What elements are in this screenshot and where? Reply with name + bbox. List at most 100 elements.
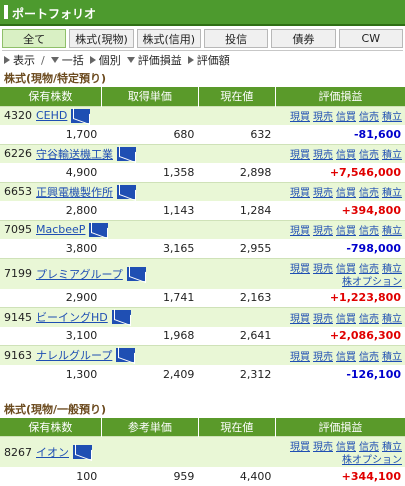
cost-value: 1,143 [101, 201, 198, 220]
trade-actions: 現買現売信買信売積立 [275, 308, 405, 327]
col-qty: 保有株数 [0, 418, 101, 437]
accumulate-link[interactable]: 積立 [382, 352, 402, 363]
mail-icon[interactable] [117, 147, 136, 161]
buy-cash-link[interactable]: 現買 [290, 264, 310, 275]
stock-row-values: 2,9001,7412,163+1,223,800 [0, 289, 405, 308]
stock-name-cell: 9163ナレルグループ [0, 346, 275, 365]
triangle-down-icon [127, 57, 135, 63]
sell-cash-link[interactable]: 現売 [313, 150, 333, 161]
tab-stock-margin[interactable]: 株式(信用) [137, 29, 201, 48]
display-filter[interactable]: 表示 [4, 52, 35, 68]
buy-margin-link[interactable]: 信買 [336, 112, 356, 123]
price-value: 2,955 [198, 239, 275, 258]
stock-row-header: 9163ナレルグループ現買現売信買信売積立 [0, 346, 405, 365]
sell-cash-link[interactable]: 現売 [313, 188, 333, 199]
stock-name-link[interactable]: イオン [36, 444, 69, 460]
stock-name-link[interactable]: ナレルグループ [36, 347, 112, 363]
tab-bonds[interactable]: 債券 [271, 29, 335, 48]
holdings-table-general: 保有株数 参考単価 現在値 評価損益 8267イオン現買現売信買信売積立株オプシ… [0, 418, 405, 486]
filter-bar: 表示 / 一括 個別 評価損益 評価額 [0, 51, 405, 69]
tab-cw[interactable]: CW [339, 29, 403, 48]
tab-investment-trust[interactable]: 投信 [204, 29, 268, 48]
price-value: 2,641 [198, 327, 275, 346]
mail-icon[interactable] [112, 310, 131, 324]
sell-margin-link[interactable]: 信売 [359, 150, 379, 161]
accumulate-link[interactable]: 積立 [382, 112, 402, 123]
mail-icon[interactable] [73, 445, 92, 459]
buy-cash-link[interactable]: 現買 [290, 112, 310, 123]
tab-stock-cash[interactable]: 株式(現物) [69, 29, 133, 48]
stock-name-link[interactable]: ビーイングHD [36, 309, 108, 325]
trade-actions: 現買現売信買信売積立 [275, 346, 405, 365]
mail-icon[interactable] [116, 348, 135, 362]
sell-margin-link[interactable]: 信売 [359, 112, 379, 123]
buy-margin-link[interactable]: 信買 [336, 352, 356, 363]
buy-cash-link[interactable]: 現買 [290, 188, 310, 199]
accumulate-link[interactable]: 積立 [382, 150, 402, 161]
sell-cash-link[interactable]: 現売 [313, 264, 333, 275]
stock-name-cell: 7199プレミアグループ [0, 258, 275, 289]
stock-name-link[interactable]: 守谷輸送機工業 [36, 146, 113, 162]
eval-pl-filter[interactable]: 評価損益 [127, 52, 182, 68]
expand-all-filter[interactable]: 一括 [51, 52, 84, 68]
buy-cash-link[interactable]: 現買 [290, 150, 310, 161]
stock-code: 6226 [1, 147, 32, 160]
eval-amount-filter[interactable]: 評価額 [188, 52, 230, 68]
filter-separator: / [41, 54, 45, 67]
col-pl: 評価損益 [275, 418, 405, 437]
trade-actions: 現買現売信買信売積立 [275, 144, 405, 163]
sell-cash-link[interactable]: 現売 [313, 112, 333, 123]
accumulate-link[interactable]: 積立 [382, 314, 402, 325]
cost-value: 2,409 [101, 365, 198, 384]
stock-row-header: 6226 守谷輸送機工業 現買現売信買信売積立 [0, 144, 405, 163]
holdings-table-specific: 保有株数 取得単価 現在値 評価損益 4320CEHD現買現売信買信売積立1,7… [0, 87, 405, 384]
mail-icon[interactable] [127, 267, 146, 281]
sell-margin-link[interactable]: 信売 [359, 314, 379, 325]
sell-margin-link[interactable]: 信売 [359, 188, 379, 199]
buy-cash-link[interactable]: 現買 [290, 442, 310, 453]
sell-cash-link[interactable]: 現売 [313, 226, 333, 237]
sell-cash-link[interactable]: 現売 [313, 314, 333, 325]
stock-row-values: 3,8003,1652,955-798,000 [0, 239, 405, 258]
sell-margin-link[interactable]: 信売 [359, 352, 379, 363]
individual-filter[interactable]: 個別 [90, 52, 121, 68]
tab-all[interactable]: 全て [2, 29, 66, 48]
cost-value: 680 [101, 125, 198, 144]
buy-margin-link[interactable]: 信買 [336, 314, 356, 325]
accumulate-link[interactable]: 積立 [382, 188, 402, 199]
buy-cash-link[interactable]: 現買 [290, 352, 310, 363]
stock-code: 4320 [1, 109, 32, 122]
cost-value: 959 [101, 467, 198, 486]
cost-value: 1,968 [101, 327, 198, 346]
accumulate-link[interactable]: 積立 [382, 226, 402, 237]
stock-code: 8267 [1, 446, 32, 459]
buy-margin-link[interactable]: 信買 [336, 150, 356, 161]
buy-margin-link[interactable]: 信買 [336, 226, 356, 237]
pl-value: -81,600 [275, 125, 405, 144]
stock-code: 9145 [1, 311, 32, 324]
qty-value: 1,700 [0, 125, 101, 144]
sell-cash-link[interactable]: 現売 [313, 352, 333, 363]
buy-cash-link[interactable]: 現買 [290, 314, 310, 325]
buy-margin-link[interactable]: 信買 [336, 188, 356, 199]
pl-value: +7,546,000 [275, 163, 405, 182]
stock-row-values: 4,9001,3582,898+7,546,000 [0, 163, 405, 182]
stock-name-link[interactable]: MacbeeP [36, 223, 85, 236]
mail-icon[interactable] [117, 185, 136, 199]
price-value: 2,898 [198, 163, 275, 182]
mail-icon[interactable] [89, 223, 108, 237]
stock-row-header: 9145 ビーイングHD 現買現売信買信売積立 [0, 308, 405, 327]
pl-value: +1,223,800 [275, 289, 405, 308]
stock-row-values: 2,8001,1431,284+394,800 [0, 201, 405, 220]
stock-option-link[interactable]: 株オプション [279, 273, 402, 288]
buy-cash-link[interactable]: 現買 [290, 226, 310, 237]
mail-icon[interactable] [71, 109, 90, 123]
stock-name-link[interactable]: プレミアグループ [36, 266, 123, 282]
stock-row-values: 1009594,400+344,100 [0, 467, 405, 486]
stock-name-link[interactable]: CEHD [36, 109, 67, 122]
sell-margin-link[interactable]: 信売 [359, 226, 379, 237]
stock-name-link[interactable]: 正興電機製作所 [36, 184, 113, 200]
stock-row-values: 1,3002,4092,312-126,100 [0, 365, 405, 384]
cost-value: 1,358 [101, 163, 198, 182]
sell-cash-link[interactable]: 現売 [313, 442, 333, 453]
